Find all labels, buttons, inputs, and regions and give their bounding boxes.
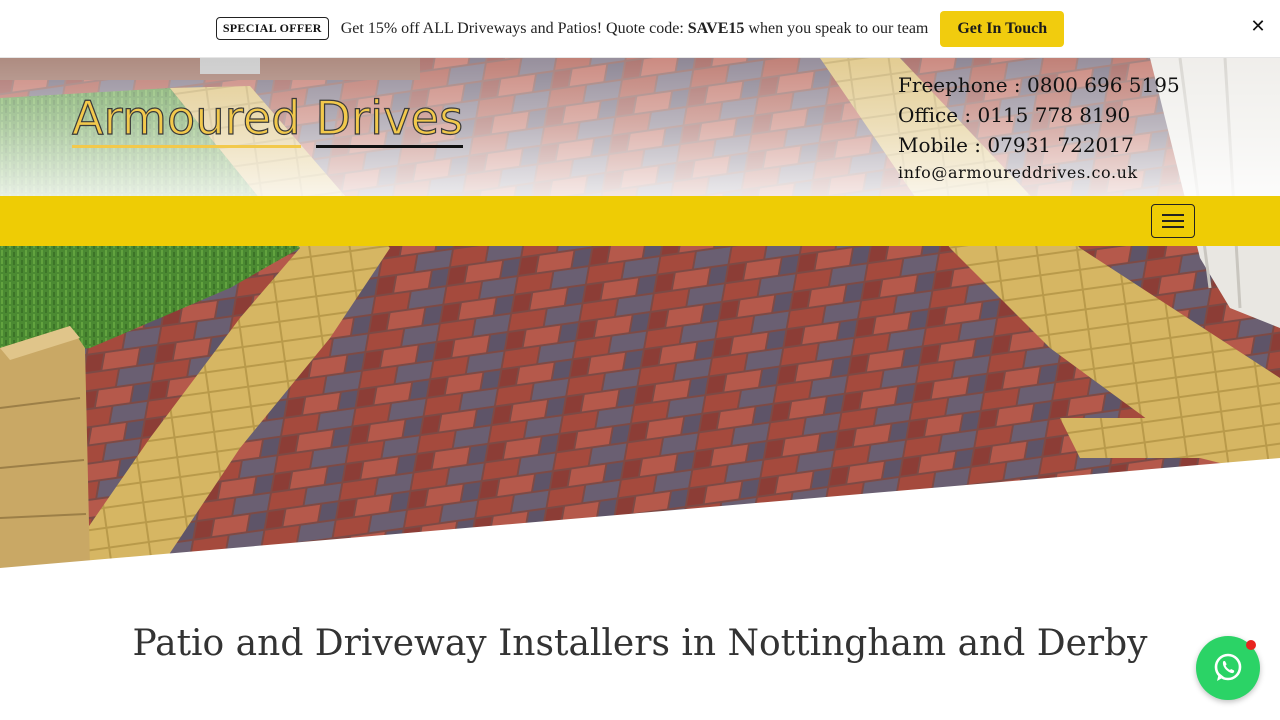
notification-dot — [1246, 640, 1256, 650]
close-icon[interactable]: ✕ — [1250, 17, 1266, 37]
hamburger-menu-icon[interactable] — [1151, 204, 1195, 238]
page-title: Patio and Driveway Installers in Notting… — [132, 623, 1148, 664]
whatsapp-icon — [1214, 653, 1242, 681]
offer-banner: SPECIAL OFFER Get 15% off ALL Driveways … — [0, 0, 1280, 58]
contact-details: Freephone : 0800 696 5195 Office : 0115 … — [898, 70, 1180, 185]
office-number[interactable]: Office : 0115 778 8190 — [898, 100, 1180, 130]
mobile-number[interactable]: Mobile : 07931 722017 — [898, 130, 1180, 160]
menu-line — [1162, 214, 1184, 216]
logo-word-drives: Drives — [315, 91, 464, 148]
offer-text-after: when you speak to our team — [744, 19, 929, 37]
email-link[interactable]: info@armoureddrives.co.uk — [898, 161, 1180, 185]
special-offer-badge: SPECIAL OFFER — [215, 17, 329, 40]
menu-line — [1162, 226, 1184, 228]
logo-word-armoured: Armoured — [71, 91, 301, 148]
offer-text-before: Get 15% off ALL Driveways and Patios! Qu… — [340, 19, 688, 37]
get-in-touch-button[interactable]: Get In Touch — [940, 10, 1065, 47]
navigation-bar — [0, 196, 1280, 246]
freephone-number[interactable]: Freephone : 0800 696 5195 — [898, 70, 1180, 100]
menu-line — [1162, 220, 1184, 222]
site-logo[interactable]: Armoured Drives — [71, 91, 464, 148]
offer-message: Get 15% off ALL Driveways and Patios! Qu… — [341, 20, 929, 38]
offer-code: SAVE15 — [687, 19, 745, 37]
